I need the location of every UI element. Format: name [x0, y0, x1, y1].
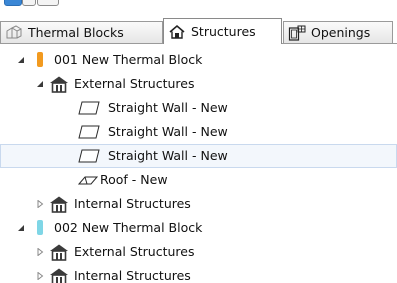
wall-icon — [78, 149, 100, 163]
openings-icon — [288, 25, 306, 41]
expanded-arrow-icon[interactable] — [36, 80, 44, 88]
tree-item-label: Straight Wall - New — [108, 124, 228, 139]
tab-bar: Thermal Blocks Structures Openings — [0, 0, 397, 46]
tab-thermal-blocks[interactable]: Thermal Blocks — [0, 21, 163, 43]
tree-item-label: Straight Wall - New — [108, 100, 228, 115]
wall-icon — [78, 125, 100, 139]
tree-item-thermal-block-002[interactable]: 002 New Thermal Block — [0, 216, 397, 240]
tree-item-label: 002 New Thermal Block — [54, 220, 203, 235]
expanded-arrow-icon[interactable] — [17, 56, 25, 64]
tab-structures[interactable]: Structures — [163, 18, 282, 44]
tree-item-label: External Structures — [74, 244, 195, 259]
thermal-block-color-icon — [37, 220, 43, 235]
tree-item-thermal-block-001[interactable]: 001 New Thermal Block — [0, 48, 397, 72]
tab-label: Structures — [191, 24, 256, 39]
tree-item-external-structures[interactable]: External Structures — [0, 240, 397, 264]
house-icon — [49, 195, 69, 213]
tree-item-label: Internal Structures — [74, 268, 191, 283]
tree-item-label: External Structures — [74, 76, 195, 91]
house-icon — [49, 267, 69, 283]
tree-item-label: Straight Wall - New — [108, 148, 228, 163]
tree-item-label: Roof - New — [100, 172, 168, 187]
wall-icon — [78, 101, 100, 115]
collapsed-arrow-icon[interactable] — [36, 272, 44, 280]
tree-item-label: 001 New Thermal Block — [54, 52, 203, 67]
tab-label: Openings — [311, 25, 371, 40]
tree-item-label: Internal Structures — [74, 196, 191, 211]
house-icon — [49, 75, 69, 93]
tree-item-external-structures[interactable]: External Structures — [0, 72, 397, 96]
thermal-block-color-icon — [37, 52, 43, 67]
roof-icon — [78, 174, 98, 186]
thermal-blocks-icon — [5, 24, 23, 41]
tree-item-straight-wall[interactable]: Straight Wall - New — [0, 120, 397, 144]
thermal-model-panel: Thermal Blocks Structures Openings 001 N… — [0, 0, 397, 283]
tree-item-roof[interactable]: Roof - New — [0, 168, 397, 192]
house-icon — [49, 243, 69, 261]
collapsed-arrow-icon[interactable] — [36, 200, 44, 208]
tree-item-internal-structures[interactable]: Internal Structures — [0, 192, 397, 216]
structures-icon — [168, 24, 186, 40]
expanded-arrow-icon[interactable] — [17, 224, 25, 232]
tab-openings[interactable]: Openings — [283, 21, 393, 43]
tree-item-straight-wall[interactable]: Straight Wall - New — [0, 96, 397, 120]
tab-label: Thermal Blocks — [28, 25, 124, 40]
tree-item-straight-wall-selected[interactable]: Straight Wall - New — [0, 144, 397, 168]
collapsed-arrow-icon[interactable] — [36, 248, 44, 256]
tree-item-internal-structures[interactable]: Internal Structures — [0, 264, 397, 283]
